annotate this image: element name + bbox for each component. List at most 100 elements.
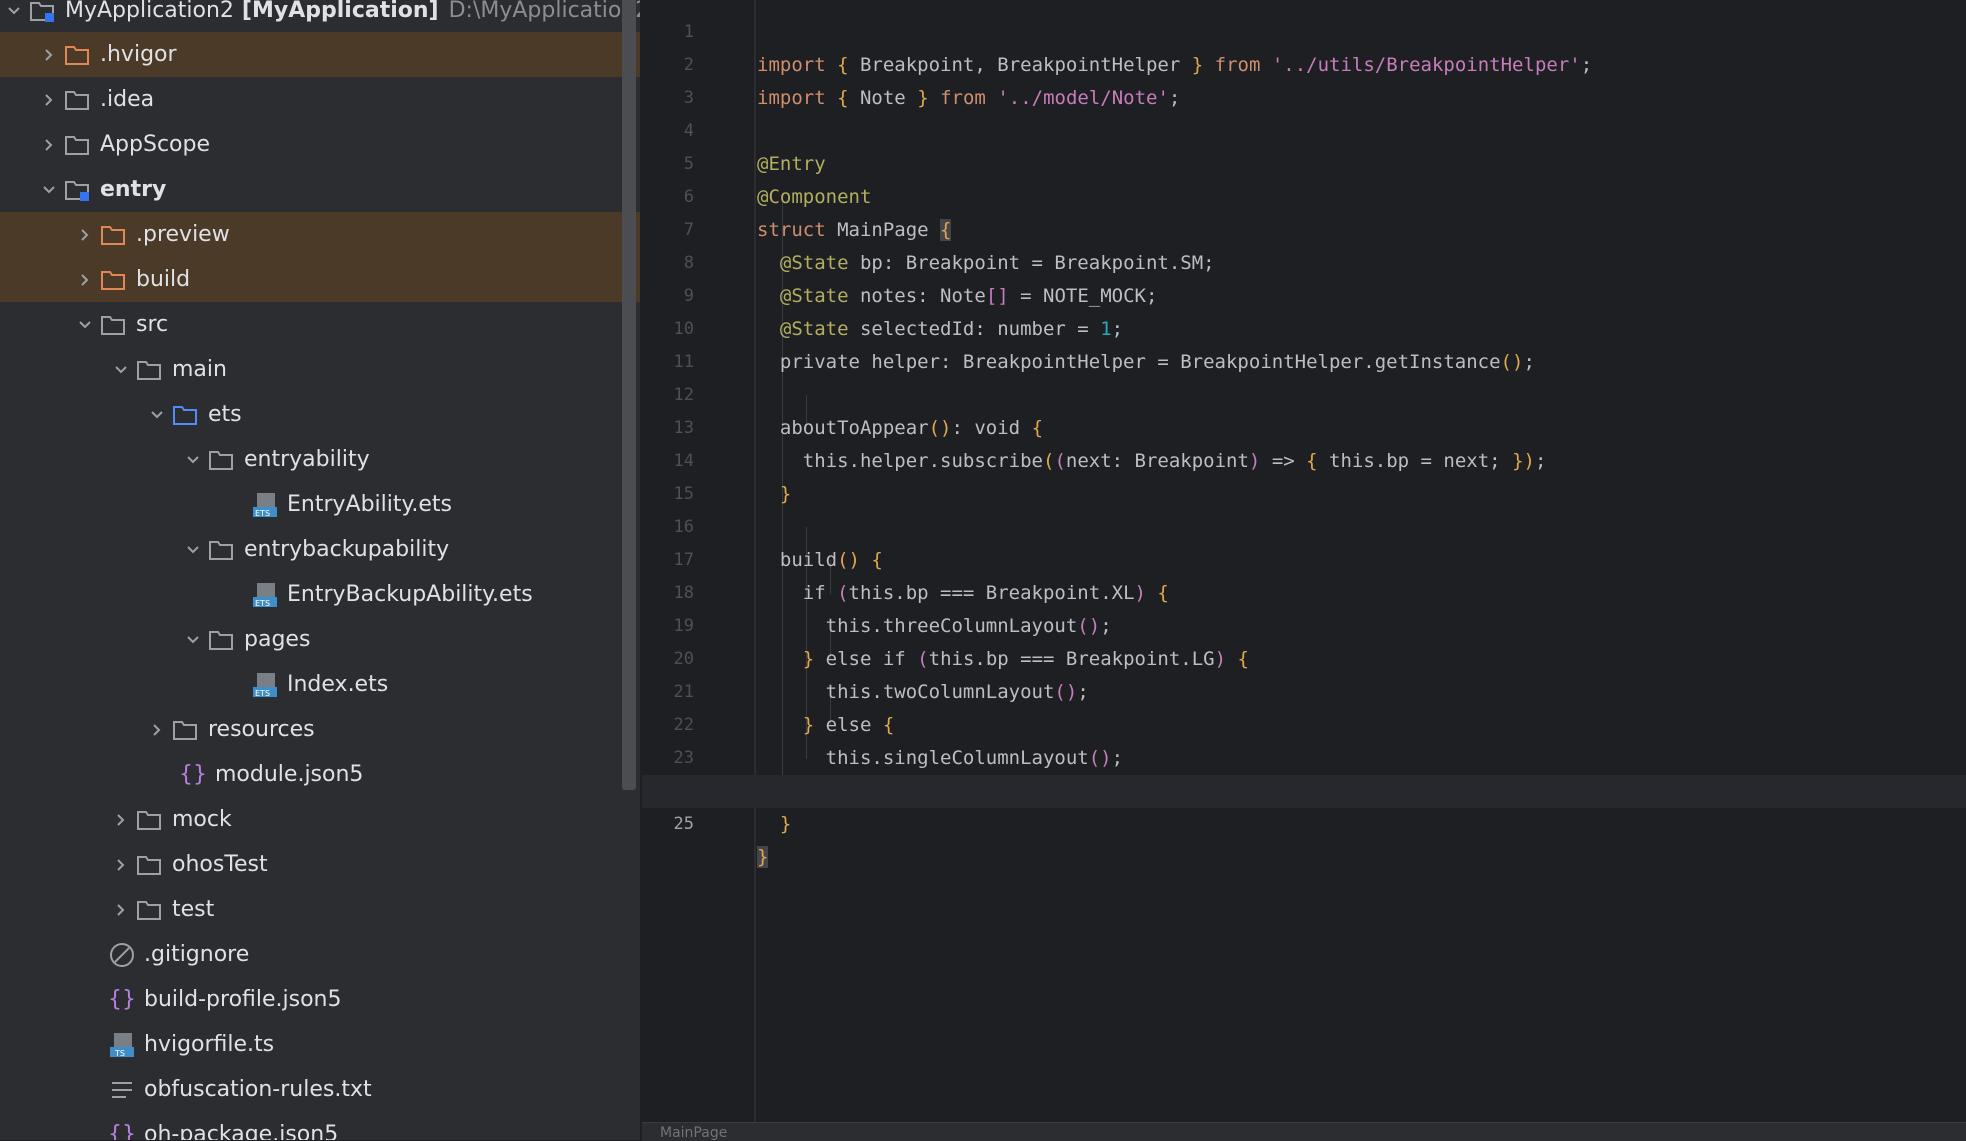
chevron-down-icon[interactable] (0, 0, 28, 33)
tree-item-idea[interactable]: .idea (0, 77, 640, 122)
code-line-current[interactable]: 25 } (642, 775, 1966, 868)
code-line[interactable]: 9 @State selectedId: number = 1; (642, 247, 1966, 340)
code-line[interactable]: 12 aboutToAppear(): void { (642, 346, 1966, 439)
code-line[interactable]: 24 } (642, 742, 1966, 835)
tree-item-build-profile-json5[interactable]: {} build-profile.json5 (0, 977, 640, 1022)
tree-item-entryability-ets[interactable]: ETS EntryAbility.ets (0, 482, 640, 527)
code-line[interactable]: 22 this.singleColumnLayout(); (642, 676, 1966, 769)
tree-item-label: resources (208, 717, 315, 742)
chevron-right-icon[interactable] (71, 257, 99, 302)
code-line[interactable]: 18 this.threeColumnLayout(); (642, 544, 1966, 637)
folder-icon (135, 347, 165, 392)
folder-icon (135, 842, 165, 887)
tree-item-ets[interactable]: ets (0, 392, 640, 437)
code-line[interactable]: 7 @State bp: Breakpoint = Breakpoint.SM; (642, 181, 1966, 274)
chevron-down-icon[interactable] (179, 617, 207, 662)
tree-item-resources[interactable]: resources (0, 707, 640, 752)
tree-item-label: mock (172, 807, 232, 832)
chevron-right-icon[interactable] (35, 77, 63, 122)
tree-item-entrybackupability-ets[interactable]: ETS EntryBackupAbility.ets (0, 572, 640, 617)
code-line[interactable]: 13 this.helper.subscribe((next: Breakpoi… (642, 379, 1966, 472)
chevron-down-icon[interactable] (71, 302, 99, 347)
tree-item-index-ets[interactable]: ETS Index.ets (0, 662, 640, 707)
tree-item-hvigor[interactable]: .hvigor (0, 32, 640, 77)
chevron-down-icon[interactable] (179, 527, 207, 572)
chevron-right-icon[interactable] (107, 797, 135, 842)
tree-item-obfuscation-rules[interactable]: obfuscation-rules.txt (0, 1067, 640, 1112)
folder-icon (63, 122, 93, 167)
tree-item-label: .preview (136, 222, 230, 247)
tree-item-build[interactable]: build (0, 257, 640, 302)
chevron-right-icon[interactable] (35, 32, 63, 77)
tree-item-ohostest[interactable]: ohosTest (0, 842, 640, 887)
code-line[interactable]: 1 import { Breakpoint, BreakpointHelper … (642, 0, 1966, 76)
chevron-down-icon[interactable] (107, 347, 135, 392)
tree-item-label: build-profile.json5 (144, 987, 342, 1012)
ets-file-icon: ETS (250, 662, 280, 707)
code-editor[interactable]: 1 import { Breakpoint, BreakpointHelper … (642, 0, 1966, 1140)
tree-item-label: EntryBackupAbility.ets (287, 582, 533, 607)
chevron-right-icon[interactable] (143, 707, 171, 752)
chevron-right-icon[interactable] (107, 887, 135, 932)
tree-item-entrybackupability[interactable]: entrybackupability (0, 527, 640, 572)
tree-item-main[interactable]: main (0, 347, 640, 392)
folder-icon (171, 707, 201, 752)
tree-item-label: ets (208, 402, 242, 427)
tree-scrollbar[interactable] (622, 0, 636, 790)
code-line[interactable]: 17 if (this.bp === Breakpoint.XL) { (642, 511, 1966, 604)
ets-file-icon: ETS (250, 482, 280, 527)
tree-item-preview[interactable]: .preview (0, 212, 640, 257)
tree-item-label: build (136, 267, 191, 292)
tree-item-entryability[interactable]: entryability (0, 437, 640, 482)
code-line[interactable]: 3 (642, 49, 1966, 108)
tree-item-module-json5[interactable]: {} module.json5 (0, 752, 640, 797)
chevron-right-icon[interactable] (35, 122, 63, 167)
tree-item-label: entry (100, 177, 167, 202)
code-line[interactable]: 23 } (642, 709, 1966, 802)
chevron-down-icon[interactable] (143, 392, 171, 437)
excluded-folder-icon (99, 257, 129, 302)
tree-item-entry[interactable]: entry (0, 167, 640, 212)
svg-text:TS: TS (114, 1049, 125, 1058)
code-line[interactable]: 2 import { Note } from '../model/Note'; (642, 16, 1966, 109)
code-line[interactable]: 21 } else { (642, 643, 1966, 736)
code-text: } (757, 846, 769, 868)
code-line[interactable]: 4 @Entry (642, 82, 1966, 175)
module-folder-icon (63, 167, 93, 212)
tree-item-pages[interactable]: pages (0, 617, 640, 662)
ets-file-icon: ETS (250, 572, 280, 617)
tree-item-hvigorfile-ts[interactable]: TS hvigorfile.ts (0, 1022, 640, 1067)
line-number: 25 (673, 814, 694, 834)
svg-text:ETS: ETS (255, 509, 270, 518)
code-line[interactable]: 16 build() { (642, 478, 1966, 571)
chevron-right-icon[interactable] (107, 842, 135, 887)
tree-item-oh-package-json5[interactable]: {} oh-package.json5 (0, 1112, 640, 1140)
code-line[interactable]: 6 struct MainPage { (642, 148, 1966, 241)
tree-item-test[interactable]: test (0, 887, 640, 932)
chevron-down-icon[interactable] (179, 437, 207, 482)
text-file-icon (107, 1067, 137, 1112)
code-line[interactable]: 19 } else if (this.bp === Breakpoint.LG)… (642, 577, 1966, 670)
tree-item-label: .gitignore (144, 942, 250, 967)
tree-item-appscope[interactable]: AppScope (0, 122, 640, 167)
breadcrumb-item[interactable]: MainPage (660, 1125, 727, 1141)
module-name-label: [MyApplication] (241, 0, 439, 23)
tree-item-label: Index.ets (287, 672, 389, 697)
chevron-right-icon[interactable] (71, 212, 99, 257)
tree-item-mock[interactable]: mock (0, 797, 640, 842)
tree-item-gitignore[interactable]: .gitignore (0, 932, 640, 977)
json-file-icon: {} (179, 762, 207, 787)
tree-item-label: src (136, 312, 169, 337)
tree-item-src[interactable]: src (0, 302, 640, 347)
tree-item-label: entrybackupability (244, 537, 450, 562)
ts-file-icon: TS (107, 1022, 137, 1067)
code-line[interactable]: 5 @Component (642, 115, 1966, 208)
code-line[interactable]: 14 } (642, 412, 1966, 505)
chevron-down-icon[interactable] (35, 167, 63, 212)
code-line[interactable]: 20 this.twoColumnLayout(); (642, 610, 1966, 703)
code-line[interactable]: 10 private helper: BreakpointHelper = Br… (642, 280, 1966, 373)
code-line[interactable]: 11 (642, 313, 1966, 372)
code-line[interactable]: 15 (642, 445, 1966, 504)
code-line[interactable]: 8 @State notes: Note[] = NOTE_MOCK; (642, 214, 1966, 307)
tree-item-project-root[interactable]: MyApplication2 [MyApplication] D:\MyAppl… (0, 0, 640, 33)
